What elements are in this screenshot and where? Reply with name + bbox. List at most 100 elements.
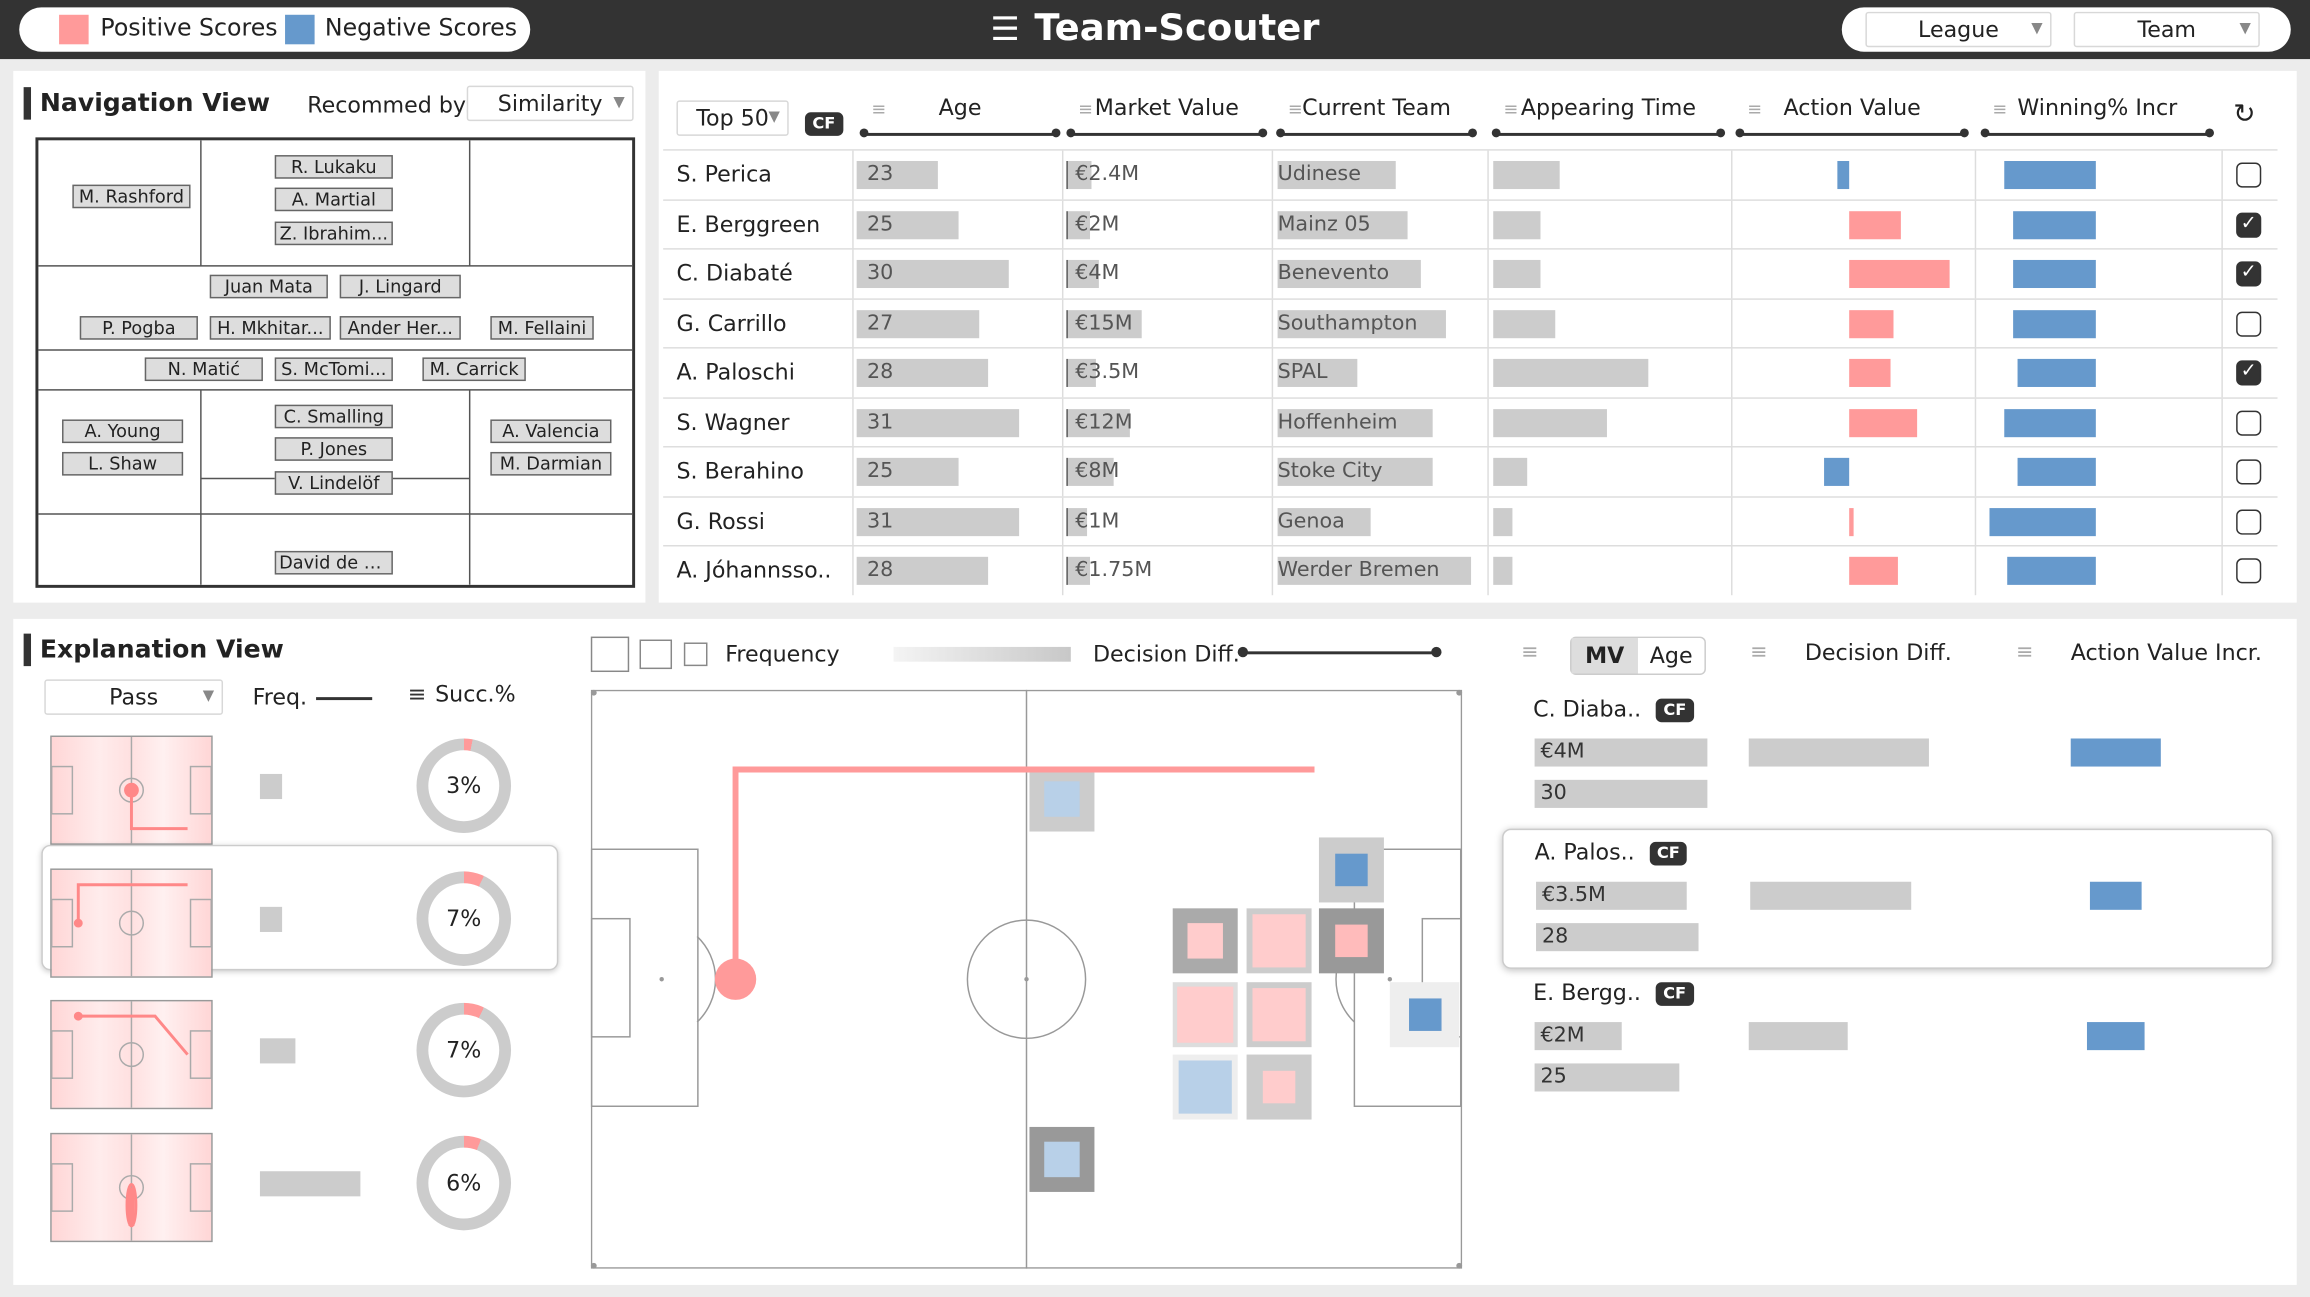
tab-mv[interactable]: MV <box>1571 638 1638 674</box>
mini-pitch[interactable] <box>50 1132 213 1242</box>
select-checkbox[interactable]: ✓ <box>2236 211 2262 238</box>
player-11[interactable]: N. Matić <box>144 357 263 382</box>
column-header-label: Appearing Time <box>1520 94 1696 122</box>
player-15[interactable]: L. Shaw <box>62 451 184 476</box>
player-4[interactable]: Z. Ibrahim... <box>274 221 393 246</box>
market-value: €4M <box>1075 261 1120 286</box>
succ-header[interactable]: ≡ Succ.% <box>408 681 516 708</box>
column-slider[interactable] <box>1735 128 1969 138</box>
column-slider[interactable] <box>1980 128 2214 138</box>
player-name[interactable]: S. Berahino <box>676 448 803 497</box>
select-checkbox[interactable] <box>2236 459 2262 485</box>
sort-icon[interactable]: ≡ <box>1750 641 1767 665</box>
frequency-bar <box>259 773 283 800</box>
column-header-4[interactable]: ≡ Appearing Time <box>1489 86 1728 139</box>
player-name[interactable]: A. Jóhannsso.. <box>676 546 831 595</box>
column-divider <box>1731 447 1733 497</box>
column-slider[interactable] <box>1066 128 1268 138</box>
player-10[interactable]: M. Fellaini <box>490 316 594 340</box>
player-1[interactable]: M. Rashford <box>72 184 191 209</box>
player-18[interactable]: V. Lindelöf <box>274 471 393 495</box>
decision-line-start <box>1237 646 1249 658</box>
select-checkbox[interactable] <box>2236 162 2262 188</box>
player-8[interactable]: H. Mkhitar... <box>209 316 331 340</box>
table-row[interactable]: G. Carrillo 27 €15M Southampton <box>663 297 2278 348</box>
table-row[interactable]: A. Jóhannsso.. 28 €1.75M Werder Bremen <box>663 545 2278 596</box>
action-select[interactable]: Pass ▼ <box>44 679 224 715</box>
compare-card[interactable]: C. Diaba.. CF €4M 30 <box>1502 687 2273 827</box>
select-checkbox[interactable]: ✓ <box>2236 261 2262 287</box>
mini-pitch[interactable] <box>50 999 213 1110</box>
select-checkbox[interactable] <box>2236 558 2262 584</box>
league-select[interactable]: League ▼ <box>1865 11 2052 48</box>
column-header-3[interactable]: ≡ Current Team <box>1273 86 1480 139</box>
age-value: 25 <box>866 459 894 483</box>
select-checkbox[interactable] <box>2236 409 2262 435</box>
column-slider[interactable] <box>859 128 1061 138</box>
column-header-2[interactable]: ≡ Market Value <box>1063 86 1270 139</box>
player-14[interactable]: A. Young <box>62 419 184 444</box>
player-20[interactable]: M. Darmian <box>490 451 612 476</box>
player-16[interactable]: C. Smalling <box>274 404 393 429</box>
player-19[interactable]: A. Valencia <box>490 419 612 444</box>
refresh-icon[interactable]: ↻ <box>2233 99 2255 130</box>
sort-icon[interactable]: ≡ <box>1072 99 1099 120</box>
table-row[interactable]: G. Rossi 31 €1M Genoa <box>663 495 2278 546</box>
player-2[interactable]: R. Lukaku <box>274 155 393 179</box>
player-12[interactable]: S. McTomi... <box>274 357 393 382</box>
tab-age[interactable]: Age <box>1638 638 1704 673</box>
select-checkbox[interactable] <box>2236 310 2262 337</box>
menu-icon[interactable]: ☰ <box>990 12 1019 49</box>
success-ring: 7% <box>416 870 512 966</box>
compare-card[interactable]: A. Palos.. CF €3.5M 28 <box>1502 828 2274 969</box>
player-name[interactable]: G. Carrillo <box>676 299 786 348</box>
compare-player-name: E. Bergg.. CF <box>1533 979 1694 1006</box>
column-header-1[interactable]: ≡ Age <box>857 86 1064 139</box>
sort-icon[interactable]: ≡ <box>1282 99 1309 120</box>
column-slider[interactable] <box>1276 128 1477 138</box>
player-5[interactable]: Juan Mata <box>209 274 328 299</box>
frequency-bar <box>259 906 283 932</box>
player-21[interactable]: David de Gea <box>274 550 393 575</box>
sort-icon[interactable]: ≡ <box>1521 641 1538 665</box>
sort-icon[interactable]: ≡ <box>1987 99 2014 120</box>
team-select[interactable]: Team ▼ <box>2073 11 2260 48</box>
mini-pitch[interactable] <box>50 735 213 845</box>
mini-pitch[interactable] <box>50 867 213 978</box>
table-row[interactable]: A. Paloschi 28 €3.5M SPAL ✓ <box>663 347 2278 398</box>
sort-icon[interactable]: ≡ <box>1741 99 1768 120</box>
sort-icon[interactable]: ≡ <box>1498 99 1525 120</box>
player-name[interactable]: A. Paloschi <box>676 349 794 398</box>
success-ring-inner: 7% <box>428 882 500 954</box>
player-name[interactable]: C. Diabaté <box>676 250 792 299</box>
column-header-label: Action Value <box>1783 94 1921 122</box>
player-name[interactable]: E. Berggreen <box>676 200 820 249</box>
sort-icon[interactable]: ≡ <box>866 99 893 120</box>
player-7[interactable]: P. Pogba <box>79 316 198 340</box>
column-slider[interactable] <box>1491 128 1726 138</box>
table-row[interactable]: S. Perica 23 €2.4M Udinese <box>663 149 2278 200</box>
player-name[interactable]: G. Rossi <box>676 497 764 546</box>
column-divider <box>1487 150 1489 200</box>
player-name[interactable]: S. Perica <box>676 151 771 200</box>
appearing-time-bar <box>1493 358 1649 387</box>
player-6[interactable]: J. Lingard <box>339 274 461 299</box>
column-header-6[interactable]: ≡ Winning% Incr <box>1978 86 2217 139</box>
table-row[interactable]: S. Wagner 31 €12M Hoffenheim <box>663 396 2278 447</box>
top-n-select[interactable]: Top 50 ▼ <box>676 100 789 136</box>
player-name[interactable]: S. Wagner <box>676 398 789 447</box>
table-row[interactable]: E. Berggreen 25 €2M Mainz 05 ✓ <box>663 198 2278 249</box>
select-checkbox[interactable]: ✓ <box>2236 360 2262 386</box>
recommend-select[interactable]: Similarity ▼ <box>466 85 634 122</box>
column-header-5[interactable]: ≡ Action Value <box>1732 86 1971 139</box>
player-13[interactable]: M. Carrick <box>422 357 526 382</box>
player-3[interactable]: A. Martial <box>274 187 393 212</box>
top-bar: Positive Scores Negative Scores ☰ Team-Sc… <box>0 0 2310 60</box>
sort-icon[interactable]: ≡ <box>2016 641 2033 665</box>
player-17[interactable]: P. Jones <box>274 437 393 461</box>
compare-card[interactable]: E. Bergg.. CF €2M 25 <box>1502 970 2273 1110</box>
player-9[interactable]: Ander Her... <box>339 316 461 340</box>
table-row[interactable]: C. Diabaté 30 €4M Benevento ✓ <box>663 248 2278 299</box>
table-row[interactable]: S. Berahino 25 €8M Stoke City <box>663 446 2278 497</box>
select-checkbox[interactable] <box>2236 508 2262 534</box>
